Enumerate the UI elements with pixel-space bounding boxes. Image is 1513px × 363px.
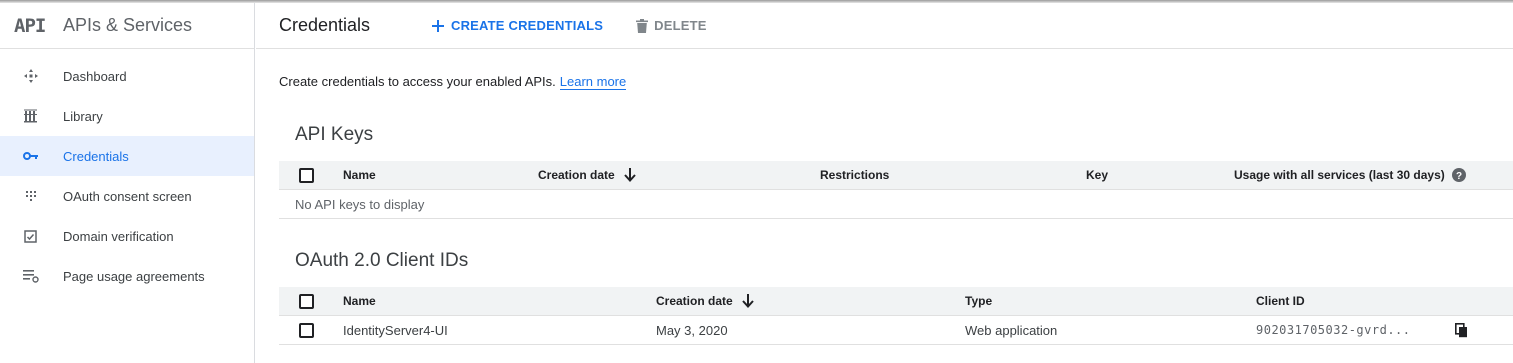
copy-client-id-button[interactable] — [1455, 316, 1468, 344]
dashboard-icon — [0, 68, 63, 84]
api-logo: API — [14, 14, 46, 37]
column-header-type[interactable]: Type — [965, 287, 992, 315]
sidebar-item-label: Page usage agreements — [63, 268, 205, 284]
table-empty-row: No API keys to display — [279, 190, 1513, 219]
column-header-client-id[interactable]: Client ID — [1256, 287, 1305, 315]
api-keys-table: Name Creation date Restrictions Key Usag… — [279, 161, 1513, 219]
copy-icon — [1455, 322, 1467, 337]
column-header-name[interactable]: Name — [343, 287, 376, 315]
sidebar-item-oauth-consent[interactable]: OAuth consent screen — [0, 176, 254, 216]
client-creation-date: May 3, 2020 — [656, 322, 728, 338]
plus-icon — [432, 19, 444, 32]
domain-verification-icon — [0, 229, 63, 243]
empty-message: No API keys to display — [295, 196, 425, 212]
create-credentials-button[interactable]: CREATE CREDENTIALS — [431, 18, 603, 33]
oauth-client-ids-title: OAuth 2.0 Client IDs — [295, 250, 469, 271]
page-title: Credentials — [279, 15, 371, 35]
column-header-restrictions[interactable]: Restrictions — [820, 161, 889, 189]
column-header-creation-date[interactable]: Creation date — [656, 287, 754, 315]
sidebar-item-label: OAuth consent screen — [63, 188, 192, 204]
intro-text: Create credentials to access your enable… — [279, 74, 627, 90]
column-header-creation-date[interactable]: Creation date — [538, 161, 636, 189]
column-header-label: Usage with all services (last 30 days) — [1234, 168, 1445, 182]
oauth-client-ids-table: Name Creation date Type Client ID Identi… — [279, 287, 1513, 345]
page-header: Credentials CREATE CREDENTIALS DELETE — [256, 3, 1513, 49]
sidebar-nav: Dashboard Library Credentials OAuth cons… — [0, 49, 254, 296]
sidebar-item-label: Domain verification — [63, 228, 174, 244]
help-icon[interactable]: ? — [1451, 168, 1466, 182]
sidebar-item-credentials[interactable]: Credentials — [0, 136, 254, 176]
row-checkbox[interactable] — [299, 322, 314, 338]
learn-more-link[interactable]: Learn more — [559, 74, 627, 90]
column-header-name[interactable]: Name — [343, 161, 376, 189]
sort-arrow-down-icon — [623, 168, 636, 182]
select-all-checkbox[interactable] — [299, 167, 314, 183]
sidebar-item-page-usage[interactable]: Page usage agreements — [0, 256, 254, 296]
sidebar-item-label: Credentials — [63, 148, 129, 164]
api-keys-title: API Keys — [295, 124, 374, 145]
sidebar-item-domain-verification[interactable]: Domain verification — [0, 216, 254, 256]
client-name-link[interactable]: IdentityServer4-UI — [343, 316, 448, 344]
table-row[interactable]: IdentityServer4-UI May 3, 2020 Web appli… — [279, 316, 1513, 345]
client-type: Web application — [965, 322, 1058, 338]
brand-header: API APIs & Services — [0, 3, 254, 49]
product-title[interactable]: APIs & Services — [63, 15, 192, 36]
sidebar-item-library[interactable]: Library — [0, 96, 254, 136]
table-header: Name Creation date Type Client ID — [279, 287, 1513, 316]
delete-label: DELETE — [654, 18, 707, 33]
sidebar-item-label: Dashboard — [63, 68, 127, 84]
sidebar-item-dashboard[interactable]: Dashboard — [0, 56, 254, 96]
create-credentials-label: CREATE CREDENTIALS — [451, 18, 604, 33]
oauth-consent-icon — [0, 189, 63, 203]
client-id-value: 902031705032-gvrd... — [1256, 323, 1411, 337]
column-header-key[interactable]: Key — [1086, 161, 1108, 189]
library-icon — [0, 109, 63, 123]
delete-button[interactable]: DELETE — [636, 18, 706, 33]
page-usage-icon — [0, 269, 63, 283]
trash-icon — [636, 18, 649, 33]
sidebar: API APIs & Services Dashboard Library Cr… — [0, 3, 255, 363]
sidebar-item-label: Library — [63, 108, 103, 124]
sort-arrow-down-icon — [741, 294, 754, 308]
svg-text:?: ? — [1456, 171, 1462, 182]
column-header-label: Creation date — [538, 168, 615, 182]
table-header: Name Creation date Restrictions Key Usag… — [279, 161, 1513, 190]
key-icon — [0, 151, 63, 161]
select-all-checkbox[interactable] — [299, 293, 314, 309]
column-header-label: Creation date — [656, 294, 733, 308]
column-header-usage[interactable]: Usage with all services (last 30 days) ? — [1234, 161, 1466, 189]
intro-message: Create credentials to access your enable… — [279, 74, 556, 89]
